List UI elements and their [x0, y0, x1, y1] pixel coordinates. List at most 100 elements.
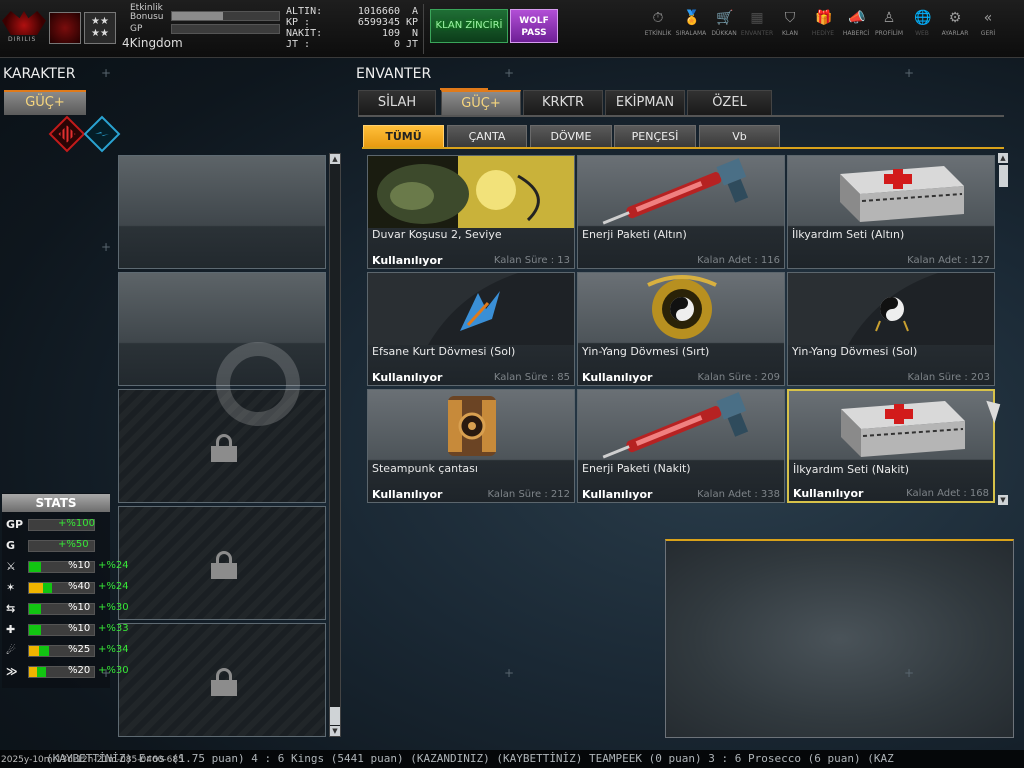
scroll-up-button[interactable]: ▲ [998, 153, 1008, 163]
character-tab-power[interactable]: GÜÇ+ [4, 90, 86, 115]
inventory-item[interactable]: Duvar Koşusu 2, Seviye Kullanılıyor Kalan … [367, 155, 575, 269]
gp-stat-icon: GP [6, 518, 24, 531]
stat-row: ✶ %40 +%24 [6, 581, 130, 595]
character-slot[interactable] [118, 272, 326, 386]
item-image [368, 156, 574, 228]
inventory-item[interactable]: Yin-Yang Dövmesi (Sırt) Kullanılıyor Kalan… [577, 272, 785, 386]
wolf-logo-mark [2, 11, 46, 35]
subtab-4[interactable]: Vb [699, 125, 780, 148]
subtab-0[interactable]: TÜMÜ [363, 125, 444, 148]
scroll-thumb[interactable] [330, 707, 340, 725]
globe-icon: 🌐 [914, 10, 932, 26]
tab-1[interactable]: GÜÇ+ [441, 90, 521, 115]
gp-bar [171, 24, 280, 34]
scroll-thumb[interactable] [999, 165, 1008, 187]
item-status: Kullanılıyor [582, 371, 653, 384]
nav-label: HEDİYE [811, 30, 835, 37]
currency-value: 6599345 [357, 17, 400, 28]
inventory-item[interactable]: Enerji Paketi (Nakit) Kullanılıyor Kalan A… [577, 389, 785, 503]
profile-icon: ♙ [882, 10, 896, 26]
tab-3[interactable]: EKİPMAN [605, 90, 685, 115]
inventory-item[interactable]: İlkyardım Seti (Altın) Kalan Adet : 127 [787, 155, 995, 269]
stat-bonus: +%24 [98, 560, 129, 571]
divider [423, 4, 424, 54]
scroll-down-button[interactable]: ▼ [330, 726, 340, 736]
dash-stat-icon: ≫ [6, 665, 18, 678]
tab-4[interactable]: ÖZEL [687, 90, 772, 115]
character-scrollbar[interactable]: ▲ ▼ [329, 153, 341, 737]
stat-value: +%50 [58, 539, 89, 550]
stat-bonus: +%30 [98, 602, 129, 613]
lock-body [211, 680, 237, 696]
skill-stat-icon: ☄ [6, 644, 16, 657]
tattoo-dragon-art [647, 275, 717, 339]
subtab-2[interactable]: DÖVME [530, 125, 612, 148]
item-name: İlkyardım Seti (Nakit) [793, 463, 910, 476]
event-bonus-fill [172, 12, 224, 20]
stat-row: ✚ %10 +%33 [6, 623, 130, 637]
item-name: Enerji Paketi (Altın) [582, 228, 687, 241]
inventory-item[interactable]: Enerji Paketi (Altın) Kalan Adet : 116 [577, 155, 785, 269]
speed-stat-icon: ⇆ [6, 602, 16, 615]
item-name: Yin-Yang Dövmesi (Sol) [792, 345, 918, 358]
stat-row: ⇆ %10 +%30 [6, 602, 130, 616]
stat-fill-bonus [32, 562, 41, 572]
stat-value: %20 [68, 665, 91, 676]
shield-icon: ⛉ [784, 10, 796, 26]
decor-plus: + [101, 666, 112, 680]
nav-label: ETKİNLİK [644, 30, 672, 37]
game-logo: DIRILIS [2, 11, 46, 45]
rank-badge [49, 12, 81, 44]
stat-fill-bonus [32, 625, 41, 635]
nav-geri[interactable]: « GERİ [968, 8, 1008, 37]
inventory-item[interactable]: İlkyardım Seti (Nakit) Kullanılıyor Kalan … [787, 389, 995, 503]
item-status: Kullanılıyor [582, 488, 653, 501]
tab-0[interactable]: SİLAH [358, 90, 436, 115]
steampunk-bag-art [448, 396, 496, 456]
item-image [368, 273, 574, 345]
cart-icon: 🛒 [716, 10, 734, 26]
subtabs-underline [362, 147, 1004, 149]
currency-label: ALTIN: [286, 6, 323, 17]
nav-label: AYARLAR [941, 30, 969, 37]
subtab-3[interactable]: PENÇESİ [614, 125, 696, 148]
character-slot[interactable] [118, 155, 326, 269]
syringe-gun-art [602, 392, 749, 459]
stat-fill-bonus [38, 646, 49, 656]
stat-value: %10 [68, 560, 91, 571]
stat-fill-base [29, 583, 44, 593]
inventory-item[interactable]: Steampunk çantası Kullanılıyor Kalan Süre … [367, 389, 575, 503]
burst-stat-icon: ✶ [6, 581, 16, 594]
subtab-1[interactable]: ÇANTA [447, 125, 527, 148]
inventory-item[interactable]: Efsane Kurt Dövmesi (Sol) Kullanılıyor Kal… [367, 272, 575, 386]
stat-value: %25 [68, 644, 91, 655]
event-bonus-bar [171, 11, 280, 21]
inventory-item[interactable]: Yin-Yang Dövmesi (Sol) Kalan Süre : 203 [787, 272, 995, 386]
red-class-icon[interactable] [48, 115, 86, 153]
scroll-down-button[interactable]: ▼ [998, 495, 1008, 505]
health-stat-icon: ✚ [6, 623, 16, 636]
currency-row-jt: JT : 0 JT [286, 39, 420, 50]
decor-plus: + [504, 666, 515, 680]
stopwatch-icon: ⏱ [652, 10, 664, 26]
nav-label: GERİ [980, 30, 996, 37]
nav-label: HABERCİ [842, 30, 870, 37]
item-remaining: Kalan Süre : 209 [697, 372, 780, 383]
event-bonus-label-2: Bonusu [130, 12, 164, 22]
blue-class-icon[interactable] [83, 115, 121, 153]
medal-icon: 🏅 [683, 10, 701, 26]
klan-chain-button[interactable]: KLAN ZİNCİRİ [430, 9, 508, 43]
build-id: 2025y-10m-13d-12h-21m-085-0460-685 [1, 755, 184, 765]
stat-row: ≫ %20 +%30 [6, 665, 130, 679]
nav-label: WEB [915, 30, 929, 37]
character-title: KARAKTER [3, 66, 76, 82]
wolf-pass-button[interactable]: WOLF PASS [510, 9, 558, 43]
item-remaining: Kalan Süre : 13 [493, 255, 570, 266]
item-image [578, 273, 784, 345]
nav-label: SIRALAMA [675, 30, 707, 37]
tab-2[interactable]: KRKTR [523, 90, 603, 115]
nav-label: KLAN [781, 30, 798, 37]
inventory-scrollbar[interactable]: ▲ ▼ [998, 153, 1010, 505]
stat-bonus: +%24 [98, 581, 129, 592]
scroll-up-button[interactable]: ▲ [330, 154, 340, 164]
